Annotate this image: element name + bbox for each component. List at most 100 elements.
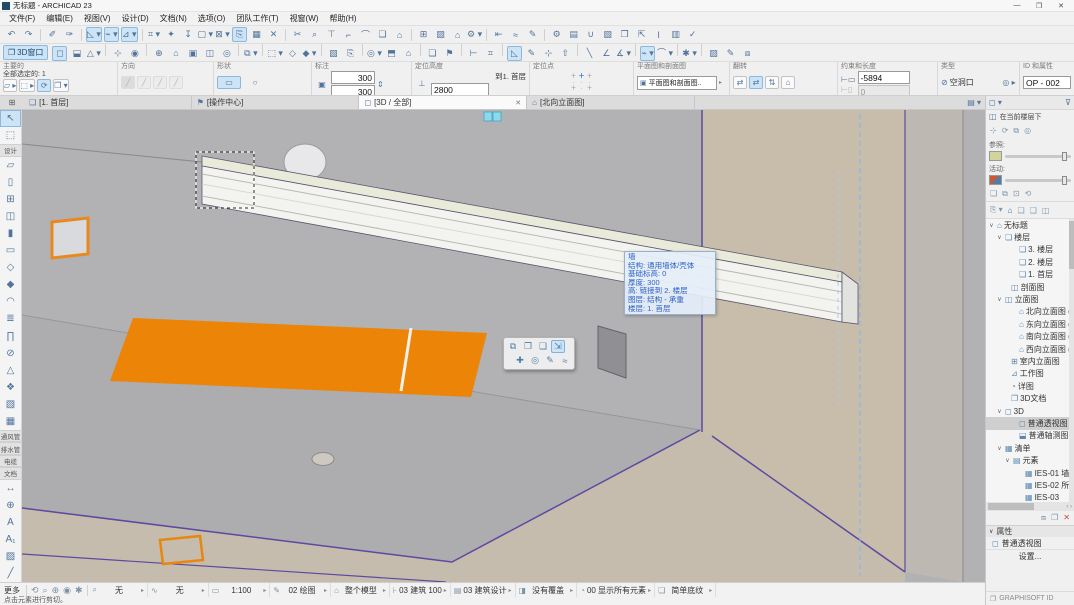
pp-stretch-icon[interactable]: ⇲ xyxy=(551,340,565,353)
zone-tool[interactable]: ▧ xyxy=(0,396,21,413)
railing-tool[interactable]: ∏ xyxy=(0,327,21,344)
align-icon[interactable]: ⇤ xyxy=(491,27,506,42)
line-tool-icon[interactable]: ╲ xyxy=(582,46,597,61)
zoom-fit-icon[interactable]: ⊕ xyxy=(151,46,166,61)
pen-icon[interactable]: ✎ xyxy=(525,27,540,42)
pp-add-icon[interactable]: ✚ xyxy=(513,354,527,367)
grid-snap-icon[interactable]: ⌗ ▾ xyxy=(147,27,162,42)
pp-copy-icon[interactable]: ❐ xyxy=(521,340,535,353)
tree-elev-south[interactable]: ⌂ 南向立面图 (自动重建) xyxy=(986,331,1074,343)
perspective-icon[interactable]: ◻ xyxy=(52,46,67,61)
menu-options[interactable]: 选项(O) xyxy=(193,12,231,25)
group-cable-label[interactable]: 电缆 xyxy=(0,455,21,467)
dimension-style-select[interactable]: ⊦ 03 建筑 100 ▸ xyxy=(390,583,451,598)
tree-elevations[interactable]: ∨ ◫ 立面图 xyxy=(986,293,1074,305)
arc-tool-icon[interactable]: ∪ xyxy=(583,27,598,42)
category-menu-button[interactable]: ◎ ▸ xyxy=(1002,76,1016,89)
measure-icon[interactable]: ∡ ▾ xyxy=(616,46,631,61)
split-icon[interactable]: ✂ xyxy=(290,27,305,42)
tree-sections[interactable]: ◫ 剖面图 xyxy=(986,281,1074,293)
tree-3d-documents[interactable]: ❐ 3D文档 xyxy=(986,392,1074,404)
book-icon[interactable]: ❐ xyxy=(617,27,632,42)
pen-set-select[interactable]: ✎ 02 绘图 ▸ xyxy=(270,583,331,598)
marquee-mode-icon[interactable]: ▢ ▾ xyxy=(198,27,214,42)
line-tool[interactable]: ╱ xyxy=(0,565,21,582)
ref-tool-icon[interactable]: ⟲ xyxy=(1025,189,1032,198)
new-viewpoint-icon[interactable]: ❐ xyxy=(1051,513,1058,523)
camera-home-icon[interactable]: ⌂ xyxy=(168,46,183,61)
tab-north-elevation[interactable]: ⌂ [北向立面图] xyxy=(527,96,695,109)
style-3d-select[interactable]: ❏ 简单底纹 ▸ xyxy=(655,583,716,598)
ref-tool-icon[interactable]: ❏ xyxy=(990,189,997,198)
adjust-icon[interactable]: ⊤ xyxy=(324,27,339,42)
marquee-tool[interactable]: ⬚ xyxy=(0,127,21,144)
pp-drag-icon[interactable]: ⧉ xyxy=(506,340,520,353)
home-icon[interactable]: ⌂ xyxy=(392,27,407,42)
menu-file[interactable]: 文件(F) xyxy=(4,12,40,25)
group-duct-label[interactable]: 通风管 xyxy=(0,430,21,442)
tree-elev-west[interactable]: ⌂ 西向立面图 (自动重建) xyxy=(986,343,1074,355)
mirror-vertical-icon[interactable]: ⇅ xyxy=(765,76,779,89)
walk-mode-icon[interactable]: ⊹ xyxy=(110,46,125,61)
settings-icon[interactable]: ⚙ xyxy=(549,27,564,42)
draw-icon[interactable]: ✎ xyxy=(723,46,738,61)
hatch-icon[interactable]: ▧ xyxy=(600,27,615,42)
renovation-filter-select[interactable]: ◔ 00 显示所有元素 ▸ xyxy=(577,583,655,598)
wall-window-opening[interactable] xyxy=(52,218,88,258)
trace-switch-icon[interactable]: ⟳ xyxy=(1002,126,1009,135)
wall-tool[interactable]: ▱ xyxy=(0,157,21,174)
resize-icon[interactable]: ⌕ xyxy=(307,27,322,42)
scale-select[interactable]: ▭ 1:100 ▸ xyxy=(209,583,271,598)
ibeam-icon[interactable]: I xyxy=(651,27,666,42)
object-tool[interactable]: ❖ xyxy=(0,379,21,396)
element-id-input[interactable] xyxy=(1023,76,1071,89)
mirror-right-icon[interactable]: ⇄ xyxy=(749,76,763,89)
erase-icon[interactable]: ▨ xyxy=(706,46,721,61)
ref-tool-icon[interactable]: ⧉ xyxy=(1002,189,1008,199)
label-tool[interactable]: A₁ xyxy=(0,531,21,548)
plan-display-caret-icon[interactable]: ▸ xyxy=(719,79,722,86)
tree-generic-perspective[interactable]: ◻ 普通透视图 xyxy=(986,417,1074,429)
guide-icon[interactable]: ◺ xyxy=(507,46,522,61)
home-view-icon[interactable]: ⌂ xyxy=(401,46,416,61)
partial-structure-select[interactable]: ⌂ 整个模型 ▸ xyxy=(331,583,390,598)
menu-design[interactable]: 设计(D) xyxy=(117,12,154,25)
cutaway-icon[interactable]: ◇ xyxy=(285,46,300,61)
schedule-icon[interactable]: ▦ xyxy=(249,27,264,42)
mesh-tool[interactable]: ▦ xyxy=(0,413,21,430)
tree-ies-03[interactable]: ▦ IES-03 xyxy=(986,492,1074,502)
tree-elev-east[interactable]: ⌂ 东向立面图 (自动重建) xyxy=(986,318,1074,330)
look-to-icon[interactable]: △ ▾ xyxy=(86,46,101,61)
link-dimensions-icon[interactable]: ⇕ xyxy=(377,80,384,89)
graphisoft-id-label[interactable]: GRAPHISOFT ID xyxy=(999,595,1053,602)
clone-folder-icon[interactable]: ⧈ xyxy=(1041,513,1046,523)
zoom-nav-icon[interactable]: ⌕ xyxy=(41,585,50,595)
orientation-horizontal-icon[interactable]: ╱ xyxy=(169,76,183,89)
dimension-tool[interactable]: ↔ xyxy=(0,480,21,497)
elevation-input[interactable] xyxy=(431,83,489,96)
shape-rectangle-button[interactable]: ▭ xyxy=(217,76,241,89)
equalize-icon[interactable]: ≈ xyxy=(508,27,523,42)
orbit-icon[interactable]: ◉ xyxy=(127,46,142,61)
tree-story-3[interactable]: ❏ 3. 楼层 xyxy=(986,244,1074,256)
tree-3d[interactable]: ∨ ◻ 3D xyxy=(986,405,1074,417)
reference-opacity-slider[interactable] xyxy=(1005,155,1071,158)
plan-display-dropdown[interactable]: ▣ 平面图和剖面图.. xyxy=(637,76,717,90)
redo-icon[interactable]: ↷ xyxy=(21,27,36,42)
layers-icon[interactable]: ⎘ xyxy=(232,27,247,42)
ref-tool-icon[interactable]: ⊡ xyxy=(1013,189,1020,198)
guide-lines-icon[interactable]: ◺ ▾ xyxy=(86,27,102,42)
element-settings-button[interactable]: ▱ ▸ xyxy=(3,79,17,92)
eye-icon[interactable]: ◎ xyxy=(219,46,234,61)
pp-rotate-icon[interactable]: ❏ xyxy=(536,340,550,353)
fill-tool[interactable]: ▨ xyxy=(0,548,21,565)
camera-icon[interactable]: ▣ xyxy=(185,46,200,61)
marquee-3d-icon[interactable]: ⬚ ▾ xyxy=(267,46,283,61)
properties-header[interactable]: ∨ 属性 xyxy=(986,525,1074,537)
project-map-icon[interactable]: ⌂ xyxy=(1008,206,1013,215)
grab-icon[interactable]: ✱ ▾ xyxy=(682,46,697,61)
3d-viewport[interactable]: 墙结构: 通用墙体/壳体基础标高: 0厚度: 300高: 链接到 2. 楼层图层… xyxy=(22,110,985,582)
markup-icon[interactable]: ❑ xyxy=(425,46,440,61)
trace-move-icon[interactable]: ⧉ xyxy=(1013,126,1019,136)
3d-window-button[interactable]: ❐ 3D窗口 xyxy=(3,45,48,60)
